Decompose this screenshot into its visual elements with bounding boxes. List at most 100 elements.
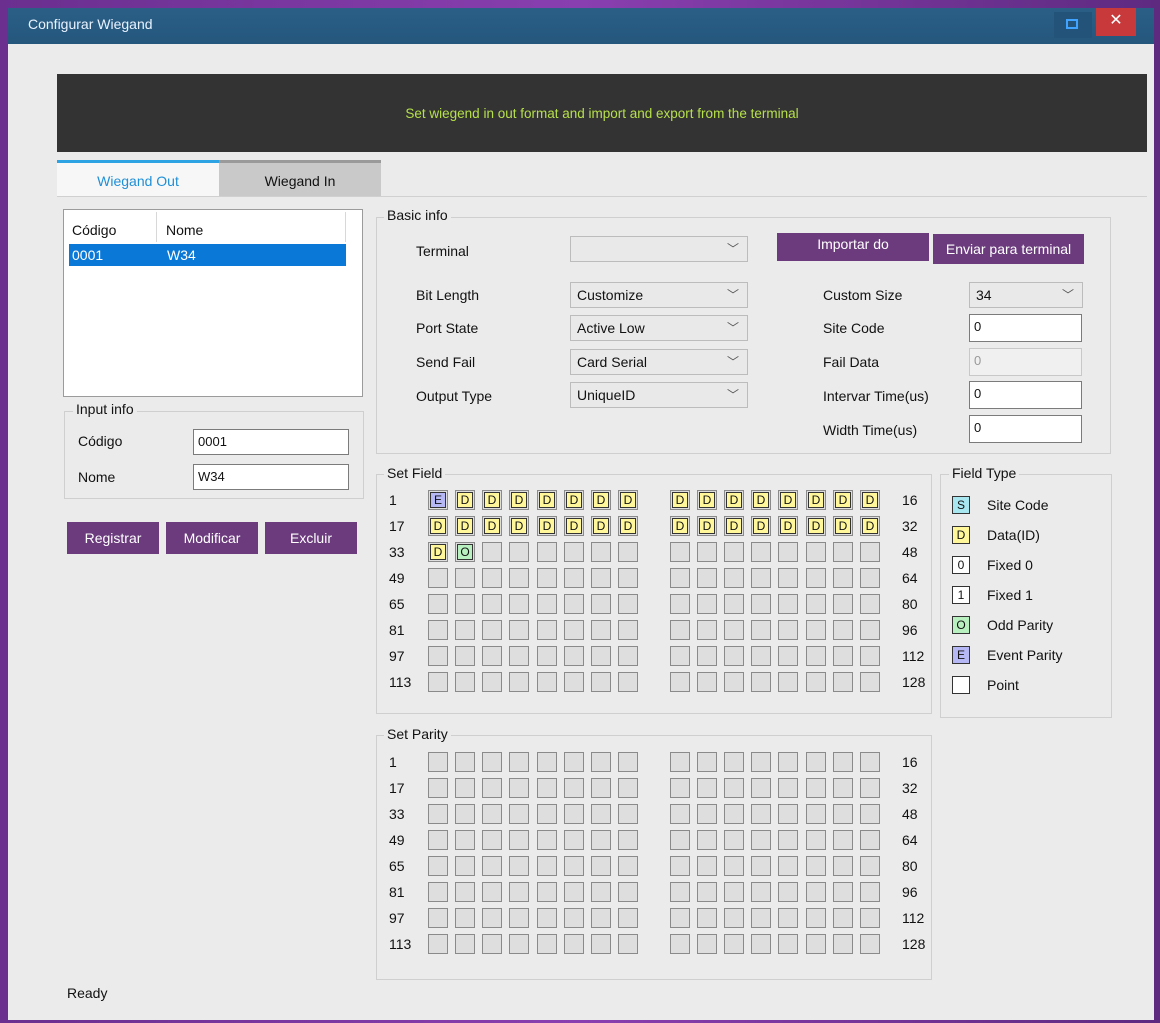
parity-bit-cell[interactable] (697, 804, 717, 824)
parity-bit-cell[interactable] (509, 882, 529, 902)
field-bit-cell[interactable] (860, 620, 880, 640)
field-bit-cell[interactable]: D (618, 490, 638, 510)
field-bit-cell[interactable] (670, 542, 690, 562)
parity-bit-cell[interactable] (833, 804, 853, 824)
field-bit-cell[interactable]: D (537, 516, 557, 536)
list-header-nome[interactable]: Nome (166, 222, 203, 238)
parity-bit-cell[interactable] (697, 908, 717, 928)
parity-bit-cell[interactable] (482, 830, 502, 850)
field-bit-cell[interactable] (564, 672, 584, 692)
parity-bit-cell[interactable] (482, 804, 502, 824)
close-button[interactable]: ✕ (1096, 8, 1136, 36)
parity-bit-cell[interactable] (860, 908, 880, 928)
parity-bit-cell[interactable] (724, 830, 744, 850)
parity-bit-cell[interactable] (724, 882, 744, 902)
parity-bit-cell[interactable] (564, 934, 584, 954)
field-bit-cell[interactable]: D (591, 516, 611, 536)
field-bit-cell[interactable] (751, 568, 771, 588)
field-bit-cell[interactable] (806, 542, 826, 562)
parity-bit-cell[interactable] (564, 882, 584, 902)
parity-bit-cell[interactable] (778, 882, 798, 902)
parity-bit-cell[interactable] (591, 934, 611, 954)
field-bit-cell[interactable]: O (455, 542, 475, 562)
parity-bit-cell[interactable] (482, 882, 502, 902)
field-bit-cell[interactable] (670, 568, 690, 588)
field-bit-cell[interactable]: D (751, 516, 771, 536)
field-bit-cell[interactable] (455, 620, 475, 640)
parity-bit-cell[interactable] (751, 752, 771, 772)
parity-bit-cell[interactable] (860, 830, 880, 850)
parity-bit-cell[interactable] (509, 934, 529, 954)
field-bit-cell[interactable] (833, 542, 853, 562)
field-bit-cell[interactable] (618, 620, 638, 640)
parity-bit-cell[interactable] (591, 804, 611, 824)
parity-bit-cell[interactable] (833, 908, 853, 928)
parity-bit-cell[interactable] (778, 804, 798, 824)
field-bit-cell[interactable]: E (428, 490, 448, 510)
field-bit-cell[interactable] (833, 620, 853, 640)
parity-bit-cell[interactable] (618, 778, 638, 798)
field-bit-cell[interactable] (482, 542, 502, 562)
parity-bit-cell[interactable] (670, 752, 690, 772)
wiegand-list[interactable]: Código Nome 0001 W34 (63, 209, 363, 397)
parity-bit-cell[interactable] (428, 934, 448, 954)
parity-bit-cell[interactable] (806, 856, 826, 876)
parity-bit-cell[interactable] (778, 908, 798, 928)
field-bit-cell[interactable] (806, 568, 826, 588)
terminal-select[interactable]: ﹀ (570, 236, 748, 262)
field-bit-cell[interactable] (724, 594, 744, 614)
parity-bit-cell[interactable] (778, 856, 798, 876)
field-bit-cell[interactable] (537, 594, 557, 614)
parity-bit-cell[interactable] (618, 934, 638, 954)
field-bit-cell[interactable] (724, 568, 744, 588)
field-bit-cell[interactable]: D (670, 490, 690, 510)
field-bit-cell[interactable]: D (428, 542, 448, 562)
parity-bit-cell[interactable] (751, 908, 771, 928)
field-bit-cell[interactable] (455, 672, 475, 692)
parity-bit-cell[interactable] (428, 752, 448, 772)
field-bit-cell[interactable] (833, 594, 853, 614)
parity-bit-cell[interactable] (751, 934, 771, 954)
field-bit-cell[interactable] (564, 542, 584, 562)
parity-bit-cell[interactable] (455, 856, 475, 876)
parity-bit-cell[interactable] (724, 752, 744, 772)
field-bit-cell[interactable]: D (860, 490, 880, 510)
field-bit-cell[interactable]: D (778, 490, 798, 510)
field-bit-cell[interactable] (482, 672, 502, 692)
parity-bit-cell[interactable] (564, 752, 584, 772)
field-bit-cell[interactable] (537, 620, 557, 640)
field-bit-cell[interactable] (482, 568, 502, 588)
parity-bit-cell[interactable] (670, 908, 690, 928)
parity-bit-cell[interactable] (697, 778, 717, 798)
parity-bit-cell[interactable] (697, 752, 717, 772)
parity-bit-cell[interactable] (537, 830, 557, 850)
field-bit-cell[interactable] (455, 646, 475, 666)
parity-bit-cell[interactable] (806, 804, 826, 824)
field-bit-cell[interactable]: D (482, 490, 502, 510)
parity-bit-cell[interactable] (591, 778, 611, 798)
field-bit-cell[interactable] (806, 594, 826, 614)
field-bit-cell[interactable]: D (806, 490, 826, 510)
parity-bit-cell[interactable] (591, 752, 611, 772)
parity-bit-cell[interactable] (778, 934, 798, 954)
field-bit-cell[interactable] (806, 672, 826, 692)
parity-bit-cell[interactable] (806, 908, 826, 928)
parity-bit-cell[interactable] (860, 752, 880, 772)
parity-bit-cell[interactable] (751, 882, 771, 902)
parity-bit-cell[interactable] (537, 908, 557, 928)
field-bit-cell[interactable] (833, 672, 853, 692)
field-bit-cell[interactable] (591, 542, 611, 562)
field-bit-cell[interactable] (428, 620, 448, 640)
parity-bit-cell[interactable] (860, 856, 880, 876)
interval-time-field[interactable]: 0 (969, 381, 1082, 409)
parity-bit-cell[interactable] (806, 778, 826, 798)
field-bit-cell[interactable] (618, 672, 638, 692)
parity-bit-cell[interactable] (455, 882, 475, 902)
field-bit-cell[interactable] (670, 672, 690, 692)
field-bit-cell[interactable]: D (697, 490, 717, 510)
field-bit-cell[interactable] (482, 594, 502, 614)
field-bit-cell[interactable] (860, 594, 880, 614)
parity-bit-cell[interactable] (428, 778, 448, 798)
field-bit-cell[interactable]: D (833, 516, 853, 536)
parity-bit-cell[interactable] (455, 908, 475, 928)
